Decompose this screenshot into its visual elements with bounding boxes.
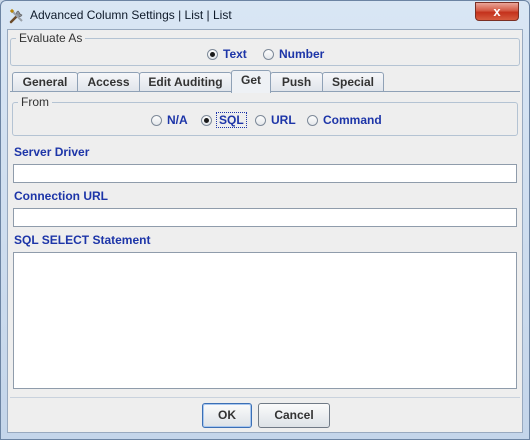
tab-special[interactable]: Special xyxy=(322,72,384,92)
evaluate-as-group: Evaluate As Text Number xyxy=(10,31,520,66)
radio-url[interactable]: URL xyxy=(255,112,296,128)
from-legend: From xyxy=(18,95,52,109)
radio-checked-icon xyxy=(207,48,218,60)
radio-unchecked-icon xyxy=(151,114,162,126)
connection-url-input[interactable] xyxy=(13,208,517,227)
radio-unchecked-icon xyxy=(263,48,274,60)
cancel-button[interactable]: Cancel xyxy=(258,403,330,428)
button-bar-divider xyxy=(10,397,520,398)
sql-select-label: SQL SELECT Statement xyxy=(14,233,151,247)
sql-select-textarea[interactable] xyxy=(13,252,517,389)
tab-general[interactable]: General xyxy=(12,72,78,92)
radio-checked-icon xyxy=(201,114,212,126)
dialog-window: Advanced Column Settings | List | List x… xyxy=(0,0,530,440)
radio-command-label: Command xyxy=(323,113,382,127)
server-driver-label: Server Driver xyxy=(14,145,90,159)
title-bar[interactable]: Advanced Column Settings | List | List x xyxy=(1,1,529,29)
radio-command[interactable]: Command xyxy=(307,112,382,128)
radio-unchecked-icon xyxy=(255,114,266,126)
close-button[interactable]: x xyxy=(475,2,519,21)
connection-url-label: Connection URL xyxy=(14,189,108,203)
radio-sql[interactable]: SQL xyxy=(201,112,247,128)
tab-edit-auditing[interactable]: Edit Auditing xyxy=(139,72,232,92)
radio-sql-label: SQL xyxy=(216,112,247,128)
radio-na[interactable]: N/A xyxy=(151,112,188,128)
radio-number[interactable]: Number xyxy=(263,46,324,62)
radio-url-label: URL xyxy=(271,113,296,127)
window-title: Advanced Column Settings | List | List xyxy=(30,8,232,22)
tools-icon xyxy=(9,8,23,24)
from-group: From N/A SQL URL Command xyxy=(12,95,518,136)
server-driver-input[interactable] xyxy=(13,164,517,183)
tab-access[interactable]: Access xyxy=(77,72,140,92)
tab-get[interactable]: Get xyxy=(231,70,271,93)
tab-push[interactable]: Push xyxy=(270,72,323,92)
close-icon: x xyxy=(493,4,501,19)
radio-unchecked-icon xyxy=(307,114,318,126)
ok-button[interactable]: OK xyxy=(202,403,252,428)
evaluate-as-legend: Evaluate As xyxy=(16,31,86,45)
dialog-content: Evaluate As Text Number General Access E… xyxy=(7,29,523,433)
radio-text-label: Text xyxy=(223,47,247,61)
radio-na-label: N/A xyxy=(167,113,188,127)
radio-text[interactable]: Text xyxy=(207,46,247,62)
radio-number-label: Number xyxy=(279,47,325,61)
